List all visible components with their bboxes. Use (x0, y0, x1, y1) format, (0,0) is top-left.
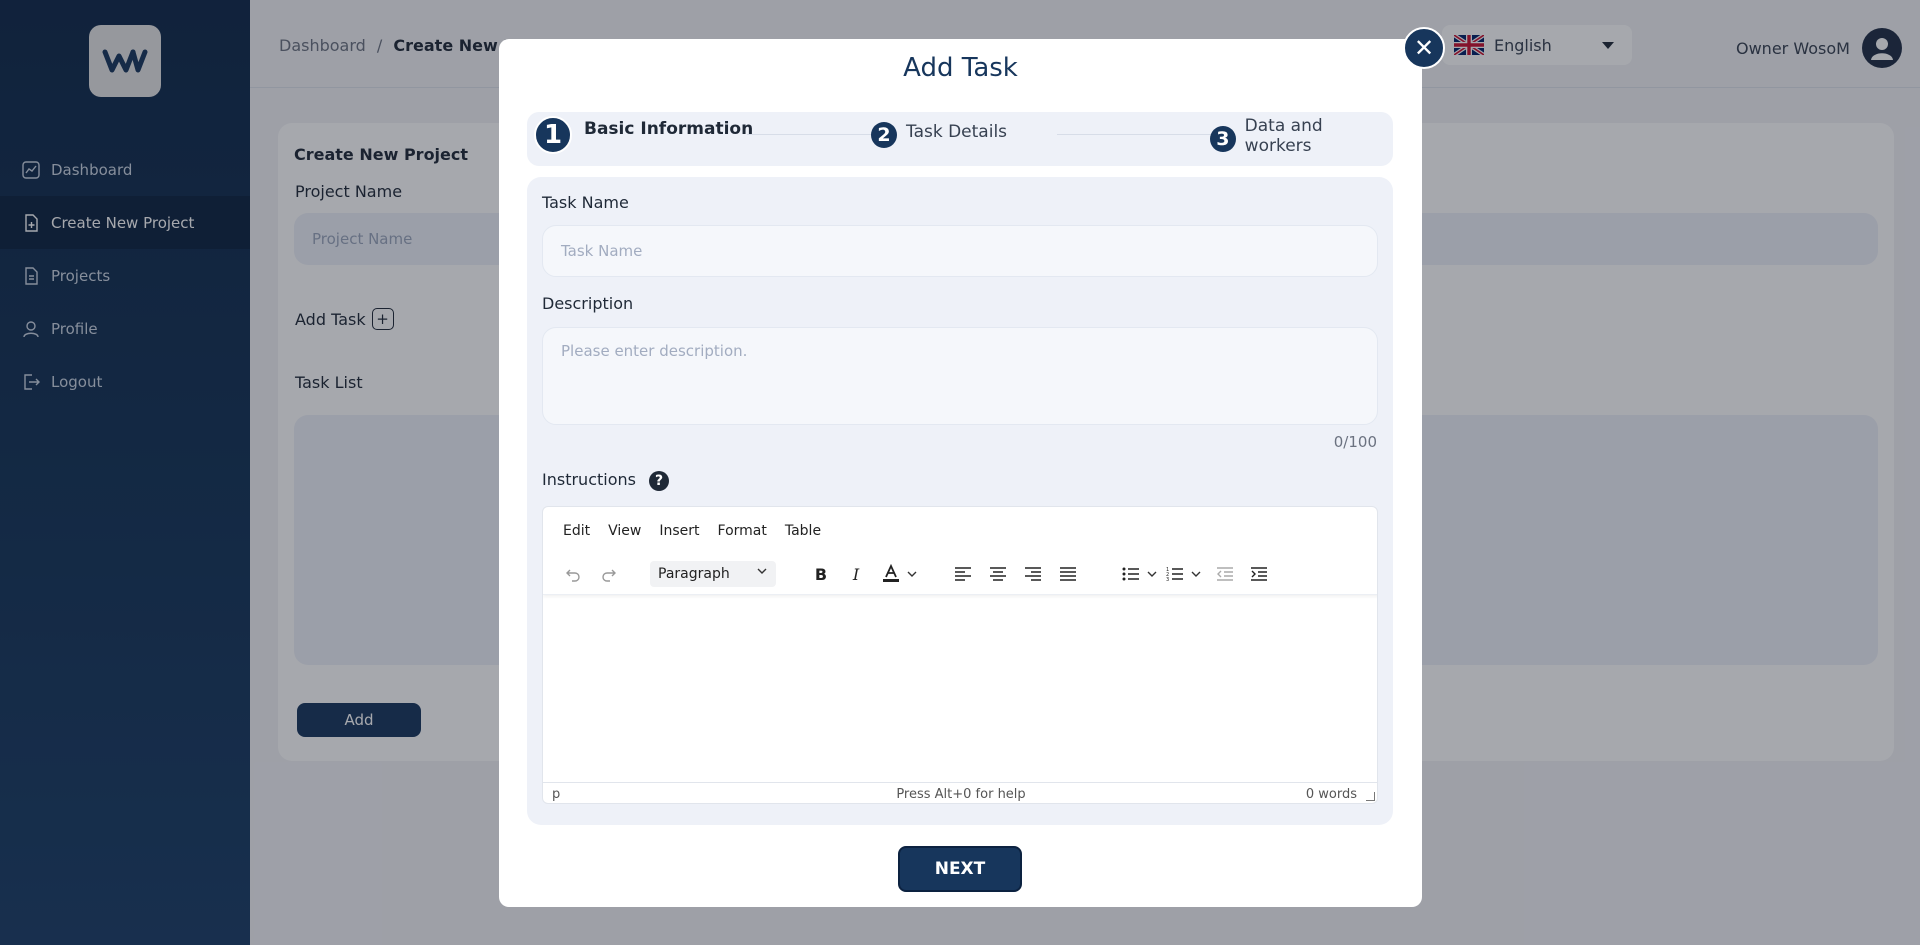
chevron-down-icon[interactable] (1145, 561, 1159, 587)
task-form: Task Name Task Name Description Please e… (527, 177, 1393, 825)
indent-icon[interactable] (1247, 561, 1271, 587)
redo-icon[interactable] (597, 561, 621, 587)
block-format-select[interactable]: Paragraph (650, 561, 776, 587)
step-basic-information[interactable]: 1 Basic Information (534, 116, 753, 154)
stepper: 1 Basic Information 2 Task Details 3 Dat… (527, 112, 1393, 166)
task-name-label: Task Name (542, 193, 629, 212)
step-data-and-workers[interactable]: 3 Data and workers (1210, 116, 1393, 156)
undo-icon[interactable] (561, 561, 585, 587)
chevron-down-icon (756, 565, 768, 581)
editor-toolbar: Paragraph B I 1 2 3 (543, 553, 1377, 595)
outdent-icon[interactable] (1213, 561, 1237, 587)
step-divider (1057, 134, 1217, 135)
step-number: 3 (1210, 126, 1236, 152)
task-name-placeholder: Task Name (561, 242, 643, 260)
bold-icon[interactable]: B (809, 561, 833, 587)
chevron-down-icon[interactable] (1189, 561, 1203, 587)
align-right-icon[interactable] (1021, 561, 1045, 587)
step-number: 2 (871, 122, 897, 148)
close-icon[interactable]: ✕ (1403, 27, 1445, 69)
step-number: 1 (534, 116, 572, 154)
word-count[interactable]: 0 words (1306, 787, 1357, 802)
align-center-icon[interactable] (986, 561, 1010, 587)
next-button[interactable]: NEXT (898, 846, 1022, 892)
block-format-value: Paragraph (658, 566, 730, 582)
instructions-label: Instructions (542, 470, 636, 489)
step-task-details[interactable]: 2 Task Details (871, 122, 1007, 148)
rich-text-editor: Edit View Insert Format Table Paragraph (542, 506, 1378, 804)
menu-table[interactable]: Table (785, 523, 821, 539)
add-task-modal: Add Task 1 Basic Information 2 Task Deta… (499, 39, 1422, 907)
description-label: Description (542, 294, 634, 313)
numbered-list-icon[interactable]: 123 (1163, 561, 1187, 587)
description-textarea[interactable]: Please enter description. (542, 327, 1378, 425)
step-label: Data and workers (1244, 116, 1323, 156)
chevron-down-icon[interactable] (905, 561, 919, 587)
editor-content-area[interactable] (543, 596, 1377, 782)
app: Dashboard Create New Project Projects Pr… (0, 0, 1920, 945)
svg-text:3: 3 (1166, 577, 1169, 582)
step-label: Task Details (906, 122, 1008, 142)
description-counter: 0/100 (1333, 433, 1377, 451)
text-color-icon[interactable] (879, 561, 903, 587)
modal-title: Add Task (903, 53, 1018, 83)
italic-icon[interactable]: I (844, 561, 868, 587)
editor-statusbar: p Press Alt+0 for help 0 words (543, 782, 1377, 803)
help-hint: Press Alt+0 for help (896, 787, 1026, 802)
menu-insert[interactable]: Insert (659, 523, 699, 539)
bullet-list-icon[interactable] (1119, 561, 1143, 587)
menu-format[interactable]: Format (718, 523, 767, 539)
menu-edit[interactable]: Edit (563, 523, 590, 539)
description-placeholder: Please enter description. (561, 342, 748, 360)
resize-handle-icon[interactable] (1366, 792, 1375, 801)
align-left-icon[interactable] (951, 561, 975, 587)
step-label: Basic Information (584, 119, 754, 139)
instructions-label-row: Instructions ? (542, 470, 670, 491)
menu-view[interactable]: View (608, 523, 641, 539)
editor-menubar: Edit View Insert Format Table (563, 523, 839, 539)
task-name-input[interactable]: Task Name (542, 225, 1378, 277)
help-icon[interactable]: ? (649, 470, 670, 491)
align-justify-icon[interactable] (1056, 561, 1080, 587)
